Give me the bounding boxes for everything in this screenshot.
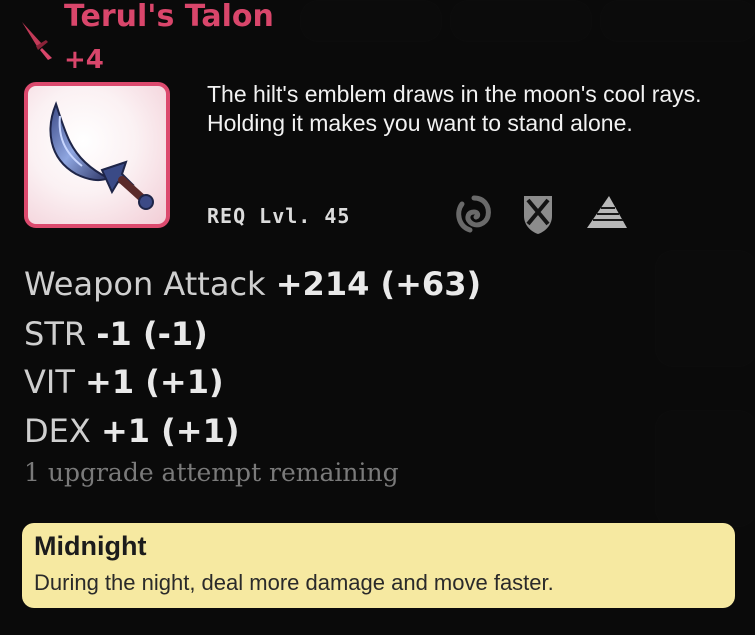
stat-str: STR -1 (-1) [24,314,208,354]
wing-icon [585,192,629,240]
passive-ability-box: Midnight During the night, deal more dam… [22,523,735,608]
stat-label: STR [24,315,87,353]
swirl-icon [452,192,496,240]
item-name: Terul's Talon [64,0,274,34]
stat-vit: VIT +1 (+1) [24,362,224,402]
sword-icon [18,18,58,64]
stat-label: VIT [24,363,75,401]
upgrade-attempts: 1 upgrade attempt remaining [24,458,399,487]
curved-dagger-icon [49,101,154,210]
stat-value: -1 (-1) [96,315,208,353]
item-tooltip: Terul's Talon +4 The hilt's emblem draws… [0,0,755,635]
stat-dex: DEX +1 (+1) [24,411,240,451]
stat-value: +1 (+1) [100,412,240,450]
stat-value: +214 (+63) [275,265,482,303]
item-image-frame [24,82,170,228]
passive-name: Midnight [34,531,147,561]
stat-weapon-attack: Weapon Attack +214 (+63) [24,264,481,304]
stat-value: +1 (+1) [85,363,224,401]
passive-description: During the night, deal more damage and m… [34,570,554,595]
stat-label: Weapon Attack [24,265,266,303]
item-description: The hilt's emblem draws in the moon's co… [207,81,702,136]
level-requirement: REQ Lvl. 45 [207,204,351,228]
shield-crest-icon [520,192,556,240]
upgrade-level: +4 [64,45,104,75]
stat-label: DEX [24,412,91,450]
